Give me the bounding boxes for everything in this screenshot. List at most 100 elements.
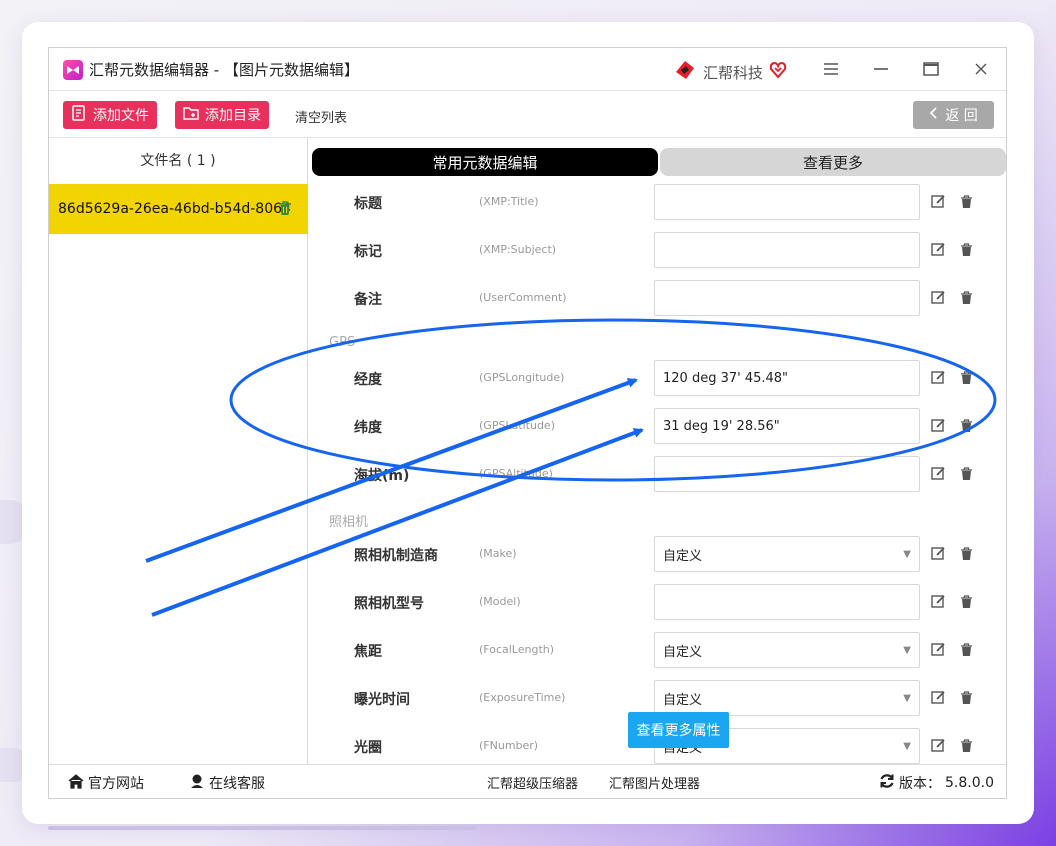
select-value: 自定义	[663, 644, 703, 660]
edit-icon[interactable]	[931, 194, 946, 213]
brand: 汇帮科技	[673, 58, 787, 86]
field-label: 标记	[354, 244, 382, 260]
add-file-label: 添加文件	[93, 108, 149, 124]
title-bar: 汇帮元数据编辑器 - 【图片元数据编辑】 汇帮科技	[49, 48, 1006, 90]
home-icon	[68, 773, 84, 793]
card-scrollbar	[48, 826, 476, 830]
edit-icon[interactable]	[931, 642, 946, 661]
trash-icon[interactable]	[960, 738, 973, 757]
field-row-comment: 备注 (UserComment)	[309, 280, 1006, 316]
latitude-input[interactable]: 31 deg 19' 28.56"	[654, 408, 920, 444]
field-label: 备注	[354, 292, 382, 308]
edit-icon[interactable]	[931, 690, 946, 709]
select-value: 自定义	[663, 692, 703, 708]
menu-icon[interactable]	[816, 58, 846, 80]
trash-icon[interactable]	[278, 201, 292, 220]
compressor-link[interactable]: 汇帮超级压缩器	[487, 773, 578, 792]
field-tag: (Make)	[479, 547, 517, 560]
field-row-exposure-time: 曝光时间 (ExposureTime) 自定义 ▼	[309, 680, 1006, 716]
make-select[interactable]: 自定义 ▼	[654, 536, 920, 572]
add-directory-label: 添加目录	[205, 108, 261, 124]
field-row-make: 照相机制造商 (Make) 自定义 ▼	[309, 536, 1006, 572]
edit-icon[interactable]	[931, 738, 946, 757]
app-logo-icon	[63, 60, 83, 80]
folder-add-icon	[183, 105, 199, 125]
focal-length-select[interactable]: 自定义 ▼	[654, 632, 920, 668]
maximize-icon[interactable]	[916, 58, 946, 80]
file-name: 86d5629a-26ea-46bd-b54d-8064	[58, 201, 291, 217]
trash-icon[interactable]	[960, 594, 973, 613]
subject-input[interactable]	[654, 232, 920, 268]
field-label: 照相机型号	[354, 596, 424, 612]
tab-view-more[interactable]: 查看更多	[660, 148, 1006, 176]
trash-icon[interactable]	[960, 642, 973, 661]
trash-icon[interactable]	[960, 370, 973, 389]
window-title: 汇帮元数据编辑器 - 【图片元数据编辑】	[89, 61, 359, 79]
add-file-button[interactable]: 添加文件	[63, 101, 157, 129]
field-row-model: 照相机型号 (Model)	[309, 584, 1006, 620]
field-row-longitude: 经度 (GPSLongitude) 120 deg 37' 45.48"	[309, 360, 1006, 396]
clear-list-button[interactable]: 清空列表	[295, 107, 347, 126]
field-label: 标题	[354, 196, 382, 212]
official-site-link[interactable]: 官方网站	[68, 773, 144, 793]
trash-icon[interactable]	[960, 690, 973, 709]
edit-icon[interactable]	[931, 466, 946, 485]
field-tag: (UserComment)	[479, 291, 567, 304]
exposure-time-select[interactable]: 自定义 ▼	[654, 680, 920, 716]
trash-icon[interactable]	[960, 418, 973, 437]
metadata-panel: 常用元数据编辑 查看更多 标题 (XMP:Title) 标记 (XMP:Subj…	[309, 138, 1006, 764]
trash-icon[interactable]	[960, 466, 973, 485]
file-list-panel: 文件名 ( 1 ) 86d5629a-26ea-46bd-b54d-8064	[49, 138, 308, 764]
field-label: 曝光时间	[354, 692, 410, 708]
field-label: 照相机制造商	[354, 548, 438, 564]
edit-icon[interactable]	[931, 242, 946, 261]
online-service-label: 在线客服	[209, 776, 265, 792]
official-site-label: 官方网站	[88, 776, 144, 792]
trash-icon[interactable]	[960, 242, 973, 261]
group-label-gps: GPS	[329, 335, 356, 350]
dropdown-caret-icon: ▼	[903, 693, 911, 704]
field-row-focal-length: 焦距 (FocalLength) 自定义 ▼	[309, 632, 1006, 668]
comment-input[interactable]	[654, 280, 920, 316]
field-tag: (GPSAltitude)	[479, 467, 553, 480]
field-row-altitude: 海拔(m) (GPSAltitude)	[309, 456, 1006, 492]
trash-icon[interactable]	[960, 546, 973, 565]
field-tag: (FNumber)	[479, 739, 539, 752]
altitude-input[interactable]	[654, 456, 920, 492]
trash-icon[interactable]	[960, 290, 973, 309]
field-row-latitude: 纬度 (GPSLatitude) 31 deg 19' 28.56"	[309, 408, 1006, 444]
app-window: 汇帮元数据编辑器 - 【图片元数据编辑】 汇帮科技 添加文件 添加目录 清空列表…	[48, 47, 1007, 799]
image-tool-link[interactable]: 汇帮图片处理器	[609, 773, 700, 792]
edit-icon[interactable]	[931, 290, 946, 309]
edit-icon[interactable]	[931, 594, 946, 613]
edit-icon[interactable]	[931, 546, 946, 565]
tab-common-metadata[interactable]: 常用元数据编辑	[312, 148, 658, 176]
back-button[interactable]: 返 回	[913, 101, 994, 129]
dropdown-caret-icon: ▼	[903, 645, 911, 656]
field-label: 海拔(m)	[354, 468, 410, 484]
field-tag: (ExposureTime)	[479, 691, 566, 704]
edit-icon[interactable]	[931, 370, 946, 389]
refresh-icon[interactable]	[879, 773, 895, 793]
view-more-properties-button[interactable]: 查看更多属性	[628, 712, 729, 748]
version-label: 版本：	[899, 776, 941, 792]
trash-icon[interactable]	[960, 194, 973, 213]
longitude-input[interactable]: 120 deg 37' 45.48"	[654, 360, 920, 396]
file-list-item[interactable]: 86d5629a-26ea-46bd-b54d-8064	[49, 184, 308, 234]
heart-icon[interactable]	[769, 61, 787, 83]
add-directory-button[interactable]: 添加目录	[175, 101, 269, 129]
title-input[interactable]	[654, 184, 920, 220]
model-input[interactable]	[654, 584, 920, 620]
close-icon[interactable]	[966, 58, 996, 80]
select-value: 自定义	[663, 548, 703, 564]
minimize-icon[interactable]	[866, 58, 896, 80]
field-label: 光圈	[354, 740, 382, 756]
online-service-link[interactable]: 在线客服	[189, 773, 265, 793]
brand-name: 汇帮科技	[703, 63, 764, 82]
file-icon	[71, 105, 87, 125]
brand-logo-icon	[673, 58, 697, 86]
field-tag: (XMP:Subject)	[479, 243, 557, 256]
chevron-left-icon	[929, 107, 937, 123]
edit-icon[interactable]	[931, 418, 946, 437]
group-label-camera: 照相机	[329, 515, 369, 530]
